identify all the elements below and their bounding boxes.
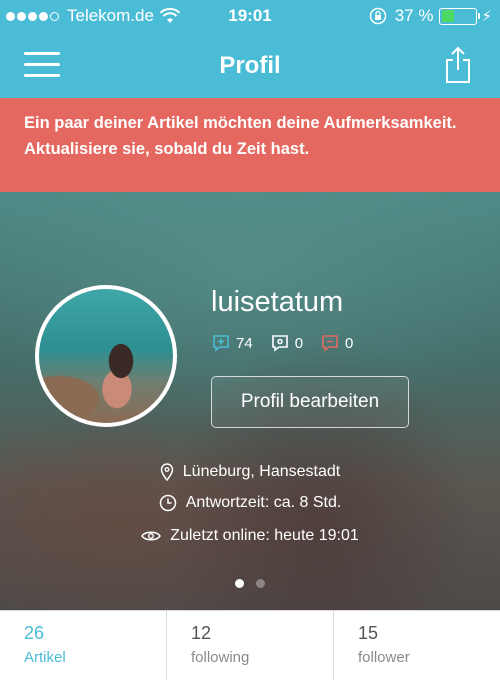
articles-label: Artikel bbox=[24, 649, 66, 666]
positive-rating-icon bbox=[213, 335, 229, 352]
attention-banner[interactable]: Ein paar deiner Artikel möchten deine Au… bbox=[0, 98, 500, 192]
eye-icon bbox=[141, 531, 162, 541]
page-indicator[interactable] bbox=[0, 579, 500, 588]
negative-rating-count: 0 bbox=[345, 334, 354, 352]
positive-rating: 74 bbox=[212, 334, 253, 352]
battery-percent: 37 % bbox=[394, 6, 434, 25]
response-time-text: Antwortzeit: ca. 8 Std. bbox=[185, 494, 342, 511]
banner-text: Ein paar deiner Artikel möchten deine Au… bbox=[24, 114, 457, 158]
nav-bar: Profil bbox=[0, 34, 500, 98]
followers-label: follower bbox=[358, 649, 410, 666]
tab-following[interactable]: 12 following bbox=[167, 611, 334, 680]
last-online-text: Zuletzt online: heute 19:01 bbox=[170, 527, 359, 544]
response-time-row: Antwortzeit: ca. 8 Std. bbox=[0, 494, 500, 512]
battery-icon bbox=[439, 7, 481, 25]
negative-rating-icon bbox=[322, 335, 338, 352]
rotation-lock-icon bbox=[369, 7, 386, 25]
neutral-rating-count: 0 bbox=[294, 334, 304, 352]
positive-rating-count: 74 bbox=[236, 334, 253, 352]
location-row: Lüneburg, Hansestadt bbox=[0, 463, 500, 481]
neutral-rating: 0 bbox=[271, 334, 303, 352]
username: luisetatum bbox=[211, 286, 344, 318]
page-title: Profil bbox=[219, 52, 281, 79]
page-dot[interactable] bbox=[256, 579, 265, 588]
charging-icon: ⚡ bbox=[481, 8, 492, 25]
tab-articles[interactable]: 26 Artikel bbox=[0, 611, 167, 680]
last-online-row: Zuletzt online: heute 19:01 bbox=[0, 527, 500, 545]
profile-tabs: 26 Artikel 12 following 15 follower bbox=[0, 610, 500, 680]
clock-icon bbox=[159, 494, 176, 512]
location-text: Lüneburg, Hansestadt bbox=[182, 463, 341, 480]
location-pin-icon bbox=[160, 463, 174, 481]
avatar[interactable] bbox=[35, 285, 177, 427]
articles-count: 26 bbox=[24, 623, 45, 643]
following-label: following bbox=[191, 649, 250, 666]
tab-followers[interactable]: 15 follower bbox=[334, 611, 500, 680]
followers-count: 15 bbox=[358, 623, 379, 643]
following-count: 12 bbox=[191, 623, 212, 643]
status-bar: Telekom.de 19:01 37 % ⚡ bbox=[0, 0, 500, 34]
neutral-rating-icon bbox=[271, 335, 288, 352]
status-right: 37 % ⚡ bbox=[369, 6, 492, 26]
edit-profile-button[interactable]: Profil bearbeiten bbox=[211, 376, 409, 428]
rating-stats: 74 0 0 bbox=[212, 334, 371, 352]
share-icon[interactable] bbox=[444, 46, 472, 84]
negative-rating: 0 bbox=[321, 334, 353, 352]
page-dot[interactable] bbox=[235, 579, 244, 588]
